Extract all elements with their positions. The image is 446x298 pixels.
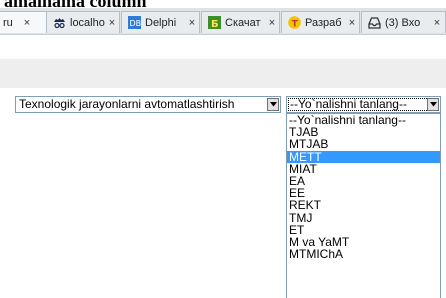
- tab-label: Скачат: [225, 17, 261, 29]
- tab-close-button[interactable]: ×: [22, 16, 32, 30]
- chevron-down-icon[interactable]: [267, 98, 279, 111]
- dropdown-option[interactable]: MTJAB: [287, 138, 440, 150]
- svg-text:DB: DB: [130, 19, 142, 28]
- dropdown-option[interactable]: MTMIChA: [287, 248, 440, 260]
- chevron-down-icon[interactable]: [427, 98, 439, 111]
- tab-close-button[interactable]: ×: [187, 16, 197, 30]
- inbox-icon: [368, 17, 381, 29]
- department-select[interactable]: Texnologik jarayonlarni avtomatlashtiris…: [15, 96, 281, 113]
- tab-label: ru: [3, 17, 13, 29]
- tab-close-button[interactable]: ×: [347, 16, 357, 30]
- tab-close-button[interactable]: ×: [107, 16, 117, 30]
- incognito-icon: [54, 18, 65, 29]
- tab-label: (3) Вхо: [385, 17, 421, 29]
- razrab-t-icon: T: [288, 16, 301, 29]
- dropdown-option[interactable]: TMJ: [287, 211, 440, 223]
- browser-tab-6[interactable]: (3) Вхо ×: [361, 11, 446, 33]
- browser-tab-1[interactable]: ru ×: [0, 11, 48, 33]
- dropdown-option-highlighted[interactable]: METT: [287, 150, 440, 163]
- department-select-value: Texnologik jarayonlarni avtomatlashtiris…: [19, 98, 235, 111]
- browser-tab-5[interactable]: T Разраб ×: [281, 11, 360, 33]
- dropdown-option[interactable]: REKT: [287, 199, 440, 211]
- direction-select[interactable]: --Yo`nalishni tanlang--: [286, 96, 441, 113]
- tab-label: Разраб: [305, 17, 342, 29]
- tab-label: Delphi: [145, 17, 177, 29]
- dropdown-option[interactable]: MIAT: [287, 163, 440, 175]
- dropdown-option[interactable]: EA: [287, 175, 440, 187]
- svg-text:Б: Б: [211, 19, 219, 29]
- tab-close-button[interactable]: ×: [267, 16, 277, 30]
- browser-tab-strip: ru × localho × DB Delphi × Б Скачат × T: [0, 8, 446, 35]
- tab-label: localho: [70, 17, 105, 29]
- direction-dropdown-list: --Yo`nalishni tanlang-- TJAB MTJAB METT …: [286, 113, 441, 298]
- delphi-icon: DB: [128, 16, 141, 29]
- browser-tab-3[interactable]: DB Delphi ×: [121, 11, 200, 33]
- browser-tab-4[interactable]: Б Скачат ×: [201, 11, 280, 33]
- svg-text:T: T: [292, 20, 299, 30]
- download-b-icon: Б: [208, 16, 221, 29]
- direction-select-value: --Yo`nalishni tanlang--: [290, 98, 407, 111]
- tab-close-button[interactable]: ×: [432, 16, 442, 30]
- browser-tab-2[interactable]: localho ×: [46, 11, 120, 33]
- toolbar-band: [0, 59, 446, 88]
